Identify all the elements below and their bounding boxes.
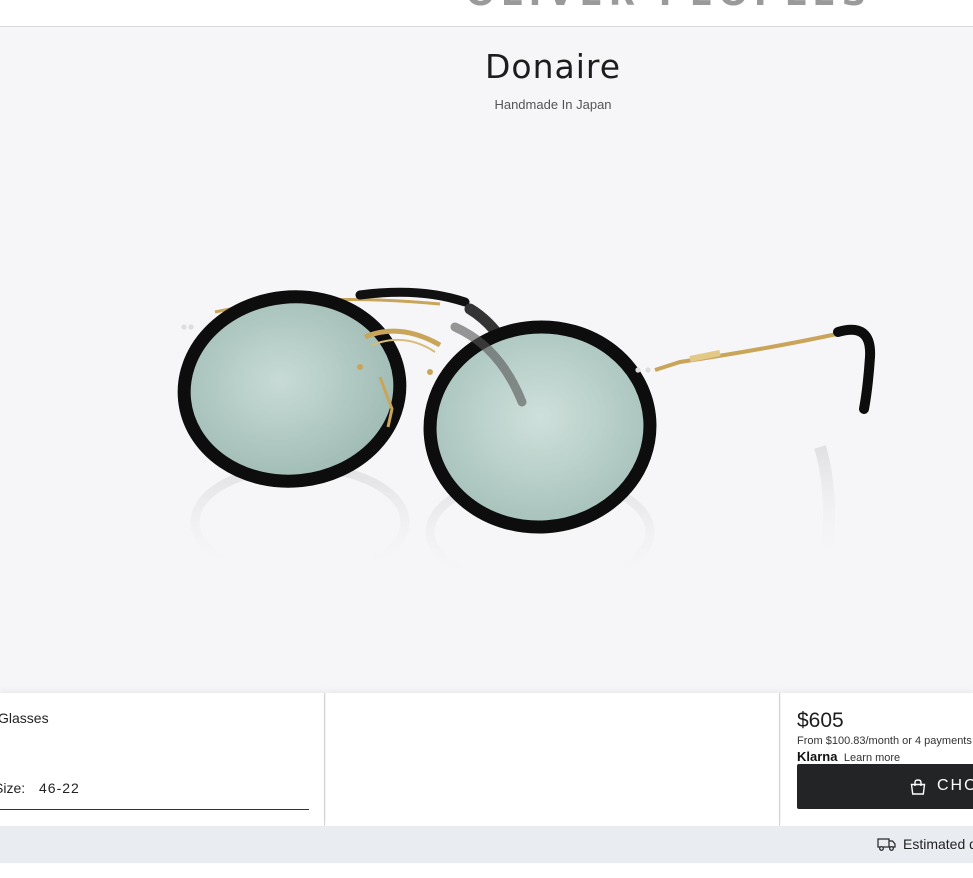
size-label: Size: — [0, 780, 26, 796]
options-panel: Glasses Size: 46-22 — [0, 693, 325, 826]
size-selector[interactable]: Size: 46-22 — [0, 780, 309, 810]
site-header: OLIVER PEOPLES — [0, 0, 973, 27]
lens-type-label: Glasses — [0, 710, 49, 726]
price: $605 — [797, 709, 844, 732]
middle-panel — [326, 693, 780, 826]
bag-icon — [910, 779, 926, 795]
choose-lenses-button[interactable]: CHOOSE LENSES — [797, 764, 973, 809]
brand-logo[interactable]: OLIVER PEOPLES — [466, 0, 872, 14]
delivery-bar: Estimated delivery — [0, 826, 973, 863]
bottom-strip — [0, 863, 973, 878]
klarna-logo: Klarna — [797, 749, 838, 764]
installment-text: From $100.83/month or 4 payments — [797, 735, 972, 747]
product-image — [177, 287, 876, 592]
product-gallery: Donaire Handmade In Japan — [0, 27, 973, 693]
learn-more-link[interactable]: Learn more — [844, 752, 900, 764]
purchase-panel: $605 From $100.83/month or 4 payments Kl… — [781, 693, 973, 826]
truck-icon — [877, 838, 896, 851]
delivery-text: Estimated delivery — [903, 836, 973, 852]
size-value: 46-22 — [39, 780, 80, 796]
choose-lenses-label: CHOOSE LENSES — [937, 777, 973, 794]
